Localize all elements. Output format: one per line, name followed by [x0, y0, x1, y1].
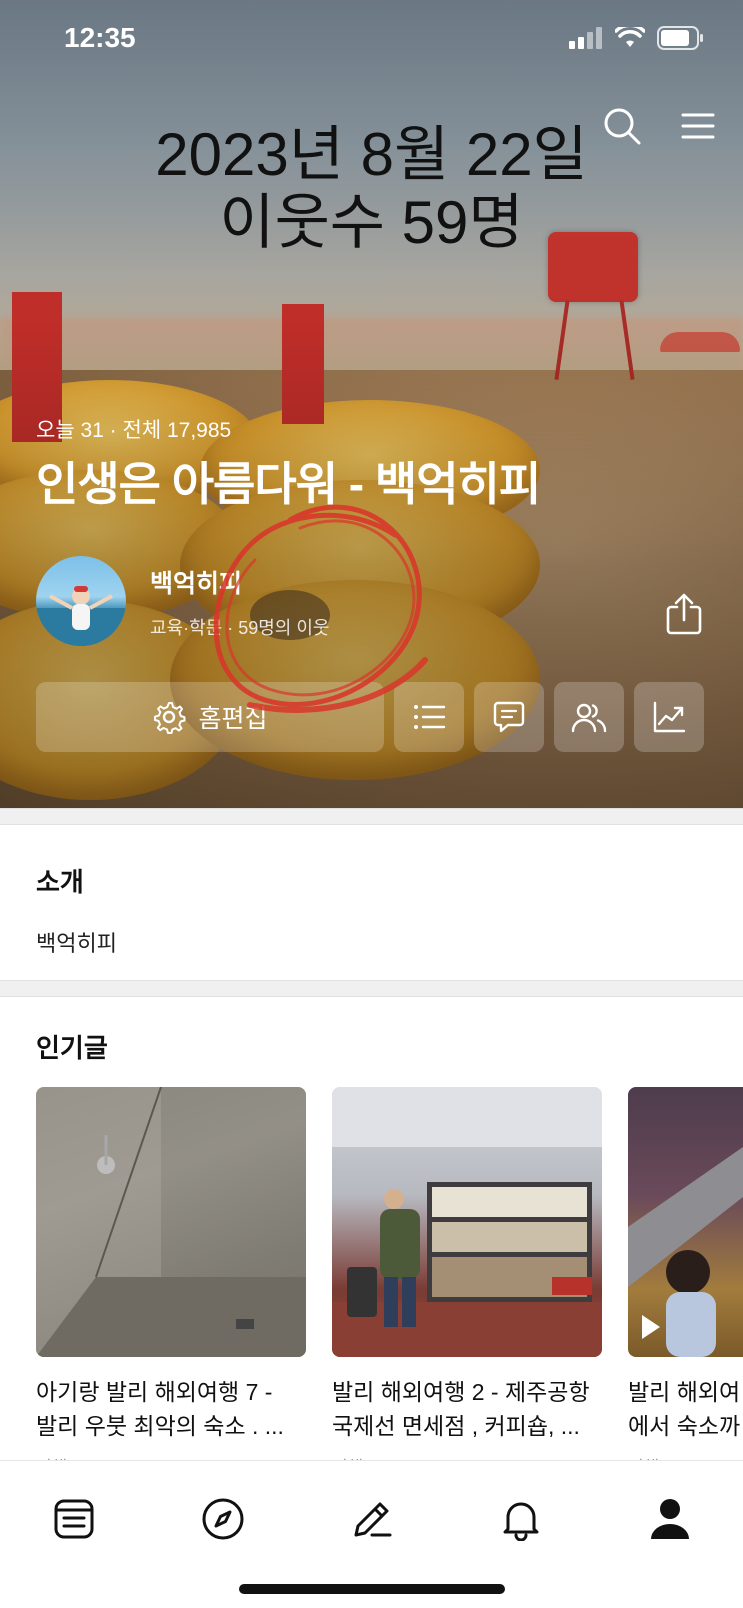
thumbnail-image: [36, 1087, 306, 1357]
avatar[interactable]: [36, 556, 126, 646]
signal-icon: [569, 27, 602, 49]
thumbnail-image: [628, 1147, 743, 1357]
message-icon: [493, 701, 525, 733]
intro-text: 백억히피: [36, 931, 117, 956]
tab-feed[interactable]: [44, 1489, 104, 1549]
post-title: 아기랑 발리 해외여행 7 - 발리 우붓 최악의 숙소 . ...: [36, 1375, 306, 1443]
chart-trend-icon: [653, 701, 686, 733]
post-title-line: 아기랑 발리 해외여행 7 -: [36, 1379, 273, 1405]
compass-icon: [202, 1498, 244, 1540]
popular-post-card[interactable]: 발리 해외여 에서 숙소까 여행: [628, 1087, 743, 1478]
overlay-neighbor-count: 이웃수 59명: [219, 189, 524, 256]
post-title-line: 발리 해외여: [628, 1379, 741, 1405]
home-edit-button[interactable]: 홈편집: [36, 682, 384, 752]
popular-post-card[interactable]: 아기랑 발리 해외여행 7 - 발리 우붓 최악의 숙소 . ... 여행: [36, 1087, 306, 1478]
home-indicator: [239, 1584, 505, 1594]
tab-notifications[interactable]: [491, 1489, 551, 1549]
section-divider: [0, 980, 743, 997]
bell-icon: [503, 1502, 539, 1541]
post-title: 발리 해외여 에서 숙소까: [628, 1375, 743, 1443]
list-icon: [414, 705, 446, 729]
feed-icon: [54, 1499, 94, 1539]
users-icon: [571, 703, 607, 733]
post-title-line: 발리 우붓 최악의 숙소 . ...: [36, 1413, 284, 1439]
share-button[interactable]: [662, 590, 706, 638]
author-name[interactable]: 백억히피: [150, 564, 242, 600]
blog-title[interactable]: 인생은 아름다워 - 백억히피: [36, 448, 541, 514]
status-bar: 12:35: [0, 0, 743, 80]
post-thumbnail: [628, 1087, 743, 1357]
share-icon: [666, 593, 702, 635]
battery-icon: [657, 26, 703, 50]
post-title-line: 발리 해외여행 2 - 제주공항: [332, 1379, 590, 1405]
post-title-line: 국제선 면세점 , 커피숍, ...: [332, 1413, 580, 1439]
profile-icon: [651, 1499, 689, 1539]
home-edit-label: 홈편집: [198, 705, 268, 733]
pencil-icon: [354, 1502, 392, 1537]
gear-icon: [154, 702, 186, 734]
section-divider: [0, 808, 743, 825]
overlay-date: 2023년 8월 22일: [155, 121, 588, 188]
tab-write[interactable]: [342, 1489, 402, 1549]
status-indicators: [569, 26, 705, 50]
tab-discover[interactable]: [193, 1489, 253, 1549]
status-time: 12:35: [64, 22, 136, 53]
intro-title: 소개: [36, 867, 84, 897]
tab-my-blog[interactable]: [640, 1489, 700, 1549]
visitor-stats: 오늘 31 · 전체 17,985: [36, 419, 232, 442]
neighbors-button[interactable]: [554, 682, 624, 752]
guestbook-button[interactable]: [474, 682, 544, 752]
statistics-button[interactable]: [634, 682, 704, 752]
author-meta: 교육·학문 · 59명의 이웃: [150, 618, 330, 638]
post-thumbnail: [332, 1087, 602, 1357]
post-title: 발리 해외여행 2 - 제주공항 국제선 면세점 , 커피숍, ...: [332, 1375, 602, 1443]
popular-post-card[interactable]: 발리 해외여행 2 - 제주공항 국제선 면세점 , 커피숍, ... 여행: [332, 1087, 602, 1478]
post-title-line: 에서 숙소까: [628, 1413, 741, 1439]
wifi-icon: [615, 27, 645, 47]
thumbnail-image: [332, 1087, 602, 1357]
avatar-photo: [36, 586, 126, 646]
post-list-button[interactable]: [394, 682, 464, 752]
post-thumbnail: [36, 1087, 306, 1357]
popular-title: 인기글: [36, 1033, 108, 1063]
